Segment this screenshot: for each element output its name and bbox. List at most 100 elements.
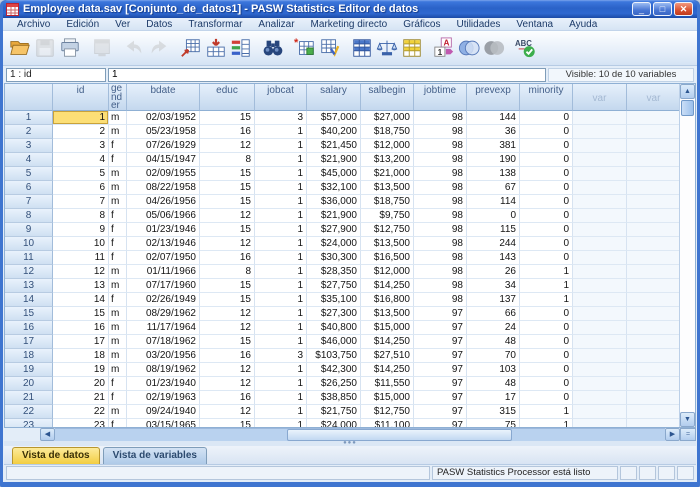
data-cell[interactable]: 01/23/1940	[127, 377, 200, 391]
data-cell[interactable]: 07/18/1962	[127, 335, 200, 349]
minimize-button[interactable]: _	[632, 2, 651, 16]
col-header-gender[interactable]: gender	[109, 84, 127, 111]
data-cell[interactable]: 16	[200, 251, 255, 265]
data-cell[interactable]: $30,300	[307, 251, 361, 265]
data-cell[interactable]: f	[109, 391, 127, 405]
data-cell[interactable]: $28,350	[307, 265, 361, 279]
data-cell[interactable]: f	[109, 237, 127, 251]
tab-vista-de-variables[interactable]: Vista de variables	[103, 447, 207, 464]
data-cell[interactable]: $18,750	[361, 125, 414, 139]
data-cell[interactable]: $11,550	[361, 377, 414, 391]
row-header-23[interactable]: 23	[5, 419, 53, 427]
data-cell[interactable]: 23	[53, 419, 109, 427]
data-cell[interactable]: $11,100	[361, 419, 414, 427]
data-cell[interactable]: 36	[467, 125, 520, 139]
row-header-15[interactable]: 15	[5, 307, 53, 321]
data-cell[interactable]: 15	[200, 293, 255, 307]
data-cell[interactable]	[573, 307, 627, 321]
data-cell[interactable]: 0	[520, 111, 573, 125]
col-header-id[interactable]: id	[53, 84, 109, 111]
data-cell[interactable]: 17	[467, 391, 520, 405]
data-cell[interactable]: 0	[520, 237, 573, 251]
data-cell[interactable]: $9,750	[361, 209, 414, 223]
maximize-button[interactable]: □	[653, 2, 672, 16]
data-cell[interactable]: $21,750	[307, 405, 361, 419]
data-cell[interactable]: 0	[520, 195, 573, 209]
data-cell[interactable]: 98	[414, 209, 467, 223]
data-cell[interactable]: 22	[53, 405, 109, 419]
data-cell[interactable]: 0	[520, 335, 573, 349]
menu-item-transformar[interactable]: Transformar	[180, 19, 250, 30]
data-cell[interactable]: f	[109, 139, 127, 153]
col-header-salbegin[interactable]: salbegin	[361, 84, 414, 111]
data-cell[interactable]: $12,000	[361, 265, 414, 279]
data-cell[interactable]: 244	[467, 237, 520, 251]
data-cell[interactable]: $24,000	[307, 419, 361, 427]
col-header-var[interactable]: var	[573, 84, 627, 111]
data-cell[interactable]: 0	[520, 209, 573, 223]
data-cell[interactable]: 1	[255, 209, 307, 223]
data-cell[interactable]: 97	[414, 377, 467, 391]
data-cell[interactable]: 12	[53, 265, 109, 279]
data-cell[interactable]: 0	[520, 251, 573, 265]
data-cell[interactable]: 98	[414, 181, 467, 195]
data-cell[interactable]: 67	[467, 181, 520, 195]
data-cell[interactable]	[573, 279, 627, 293]
data-cell[interactable]: $27,900	[307, 223, 361, 237]
data-cell[interactable]: $14,250	[361, 363, 414, 377]
data-cell[interactable]: 1	[255, 153, 307, 167]
select-cases-icon[interactable]	[399, 34, 424, 62]
selected-cell[interactable]: 1	[53, 111, 109, 125]
menu-item-ayuda[interactable]: Ayuda	[561, 19, 605, 30]
data-cell[interactable]: 15	[200, 181, 255, 195]
data-cell[interactable]	[573, 405, 627, 419]
vertical-scrollbar[interactable]: ▲ ▼	[679, 84, 695, 427]
data-cell[interactable]: 98	[414, 125, 467, 139]
data-cell[interactable]: 16	[200, 349, 255, 363]
data-cell[interactable]: 8	[200, 265, 255, 279]
data-cell[interactable]: 48	[467, 377, 520, 391]
data-cell[interactable]: 4	[53, 153, 109, 167]
data-cell[interactable]: $18,750	[361, 195, 414, 209]
data-cell[interactable]: 1	[255, 195, 307, 209]
row-header-6[interactable]: 6	[5, 181, 53, 195]
data-cell[interactable]: 15	[200, 111, 255, 125]
data-cell[interactable]	[573, 321, 627, 335]
data-cell[interactable]: 0	[520, 391, 573, 405]
data-cell[interactable]: 1	[255, 307, 307, 321]
row-header-7[interactable]: 7	[5, 195, 53, 209]
data-cell[interactable]: 05/06/1966	[127, 209, 200, 223]
data-cell[interactable]	[573, 363, 627, 377]
scroll-left-icon[interactable]: ◀	[40, 428, 55, 441]
data-cell[interactable]: 9	[53, 223, 109, 237]
open-file-icon[interactable]	[7, 34, 32, 62]
data-cell[interactable]: 1	[255, 181, 307, 195]
data-cell[interactable]: $14,250	[361, 279, 414, 293]
data-cell[interactable]: $40,800	[307, 321, 361, 335]
spell-check-icon[interactable]: ABC	[513, 34, 538, 62]
data-cell[interactable]: 114	[467, 195, 520, 209]
data-cell[interactable]: f	[109, 153, 127, 167]
data-cell[interactable]: 103	[467, 363, 520, 377]
data-cell[interactable]: 1	[255, 377, 307, 391]
data-cell[interactable]: f	[109, 223, 127, 237]
vertical-scroll-thumb[interactable]	[681, 100, 694, 116]
menu-item-utilidades[interactable]: Utilidades	[448, 19, 508, 30]
data-cell[interactable]: m	[109, 349, 127, 363]
data-cell[interactable]: 01/11/1966	[127, 265, 200, 279]
data-cell[interactable]: 190	[467, 153, 520, 167]
menu-item-ventana[interactable]: Ventana	[508, 19, 561, 30]
data-cell[interactable]	[627, 335, 679, 349]
data-cell[interactable]	[627, 265, 679, 279]
menu-item-datos[interactable]: Datos	[138, 19, 180, 30]
scroll-down-icon[interactable]: ▼	[680, 412, 695, 427]
data-cell[interactable]: m	[109, 195, 127, 209]
data-cell[interactable]	[627, 111, 679, 125]
data-cell[interactable]: 19	[53, 363, 109, 377]
data-cell[interactable]: 7	[53, 195, 109, 209]
data-cell[interactable]	[627, 195, 679, 209]
data-cell[interactable]: m	[109, 167, 127, 181]
data-cell[interactable]: $12,750	[361, 223, 414, 237]
data-cell[interactable]: $21,000	[361, 167, 414, 181]
data-cell[interactable]: 0	[520, 321, 573, 335]
